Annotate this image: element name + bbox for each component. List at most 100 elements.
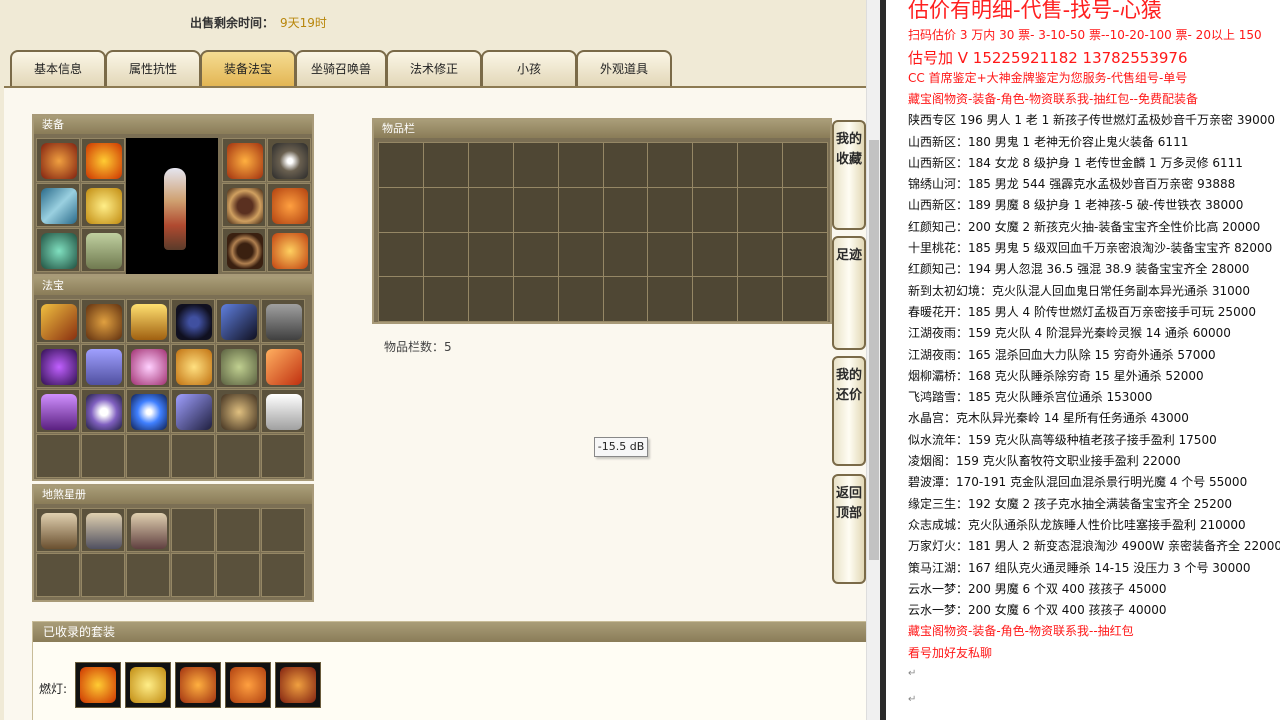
ad-line: 云水一梦：200 男魔 6 个双 400 孩孩子 45000 bbox=[908, 581, 1167, 596]
fabao-slot-empty[interactable] bbox=[171, 434, 215, 478]
my-favorites-button[interactable]: 我的收藏 bbox=[832, 120, 866, 230]
my-offers-button[interactable]: 我的还价 bbox=[832, 356, 866, 466]
collected-suits-panel: 已收录的套装 燃灯: bbox=[32, 621, 866, 720]
gold-ingot-icon bbox=[176, 349, 212, 385]
fabao-slot[interactable] bbox=[216, 299, 260, 343]
equip-slot-orb[interactable] bbox=[267, 228, 311, 272]
helmet-icon bbox=[280, 667, 316, 703]
tab-child[interactable]: 小孩 bbox=[481, 50, 577, 86]
robe-icon bbox=[130, 667, 166, 703]
bell-icon bbox=[41, 394, 77, 430]
tab-basic-info[interactable]: 基本信息 bbox=[10, 50, 106, 86]
ad-line: 陕西专区 196 男人 1 老 1 新孩子传世燃灯孟极妙音千万亲密 39000 bbox=[908, 113, 1276, 128]
ad-line: 江湖夜雨：165 混杀回血大力队除 15 穷奇外通杀 57000 bbox=[908, 347, 1216, 362]
fabao-slot[interactable] bbox=[261, 344, 305, 388]
equip-slot-boots[interactable] bbox=[81, 228, 125, 272]
fabao-slot[interactable] bbox=[81, 299, 125, 343]
ad-line: 藏宝阁物资-装备-角色-物资联系我--抽红包 bbox=[908, 624, 1134, 639]
fabao-slot-empty[interactable] bbox=[126, 434, 170, 478]
flame-hat-icon bbox=[86, 143, 122, 179]
suits-title: 已收录的套装 bbox=[33, 622, 866, 642]
lantern-icon bbox=[131, 349, 167, 385]
equip-slot-hat[interactable] bbox=[81, 138, 125, 182]
equip-slot-armor[interactable] bbox=[81, 183, 125, 227]
suit-item[interactable] bbox=[225, 662, 271, 708]
page-scrollbar[interactable] bbox=[866, 0, 880, 720]
fabao-slot[interactable] bbox=[81, 389, 125, 433]
disha-slot-empty[interactable] bbox=[216, 508, 260, 552]
disha-card-slot[interactable] bbox=[36, 508, 80, 552]
boots-icon bbox=[86, 233, 122, 269]
character-figure bbox=[164, 168, 186, 250]
fabao-slot[interactable] bbox=[216, 389, 260, 433]
warrior-card-icon bbox=[131, 513, 167, 549]
suit-item[interactable] bbox=[175, 662, 221, 708]
equip-slot-weapon[interactable] bbox=[36, 183, 80, 227]
robe-icon bbox=[86, 188, 122, 224]
pagoda-icon bbox=[131, 304, 167, 340]
fabao-slot[interactable] bbox=[171, 389, 215, 433]
tab-mounts[interactable]: 坐骑召唤兽 bbox=[295, 50, 387, 86]
fabao-slot[interactable] bbox=[261, 299, 305, 343]
fabao-slot[interactable] bbox=[126, 389, 170, 433]
fabao-slot-empty[interactable] bbox=[81, 434, 125, 478]
disha-card-slot[interactable] bbox=[81, 508, 125, 552]
fabao-slot[interactable] bbox=[261, 389, 305, 433]
ad-line: 水晶宫：克木队异光秦岭 14 星所有任务通杀 43000 bbox=[908, 411, 1189, 426]
ad-line: 碧波潭：170-191 克金队混回血混杀景行明光魔 4 个号 55000 bbox=[908, 475, 1248, 490]
jade-icon bbox=[221, 349, 257, 385]
disha-slot-empty[interactable] bbox=[171, 508, 215, 552]
disha-slot-empty[interactable] bbox=[216, 553, 260, 597]
suit-name-label: 燃灯: bbox=[39, 682, 68, 696]
flame-hat-icon bbox=[80, 667, 116, 703]
inventory-title: 物品栏 bbox=[374, 120, 830, 138]
crown-icon bbox=[227, 143, 263, 179]
fabao-slot[interactable] bbox=[36, 299, 80, 343]
suit-item[interactable] bbox=[275, 662, 321, 708]
fabao-title: 法宝 bbox=[34, 277, 312, 295]
tab-attributes[interactable]: 属性抗性 bbox=[105, 50, 201, 86]
fabao-slot[interactable] bbox=[171, 299, 215, 343]
equip-slot-necklace[interactable] bbox=[267, 138, 311, 182]
scrollbar-thumb[interactable] bbox=[869, 140, 879, 560]
equip-slot-talisman[interactable] bbox=[36, 228, 80, 272]
tab-appearance[interactable]: 外观道具 bbox=[576, 50, 672, 86]
fabao-slot-empty[interactable] bbox=[216, 434, 260, 478]
disha-slot-empty[interactable] bbox=[81, 553, 125, 597]
equip-slot-gem[interactable] bbox=[267, 183, 311, 227]
ad-text-panel: 估价有明细-代售-找号-心猿 扫码估价 3 万内 30 票- 3-10-50 票… bbox=[886, 0, 1280, 720]
fabao-slot-empty[interactable] bbox=[36, 434, 80, 478]
ring-icon bbox=[227, 188, 263, 224]
fabao-slot[interactable] bbox=[36, 389, 80, 433]
footprint-button[interactable]: 足迹 bbox=[832, 236, 866, 350]
equip-slot-crown[interactable] bbox=[222, 138, 266, 182]
ad-line: 扫码估价 3 万内 30 票- 3-10-50 票--10-20-100 票- … bbox=[908, 28, 1262, 42]
fabao-slot-empty[interactable] bbox=[261, 434, 305, 478]
character-portrait bbox=[126, 138, 218, 274]
disha-slot-empty[interactable] bbox=[171, 553, 215, 597]
inventory-grid[interactable] bbox=[378, 142, 828, 322]
disha-slot-empty[interactable] bbox=[126, 553, 170, 597]
fabao-slot[interactable] bbox=[126, 299, 170, 343]
fabao-slot[interactable] bbox=[81, 344, 125, 388]
suit-item[interactable] bbox=[75, 662, 121, 708]
equip-slot-helmet[interactable] bbox=[36, 138, 80, 182]
disha-slot-empty[interactable] bbox=[261, 553, 305, 597]
disha-card-slot[interactable] bbox=[126, 508, 170, 552]
fabao-slot[interactable] bbox=[171, 344, 215, 388]
suit-item[interactable] bbox=[125, 662, 171, 708]
fabao-slot[interactable] bbox=[36, 344, 80, 388]
disha-slot-empty[interactable] bbox=[36, 553, 80, 597]
sale-remaining-value: 9天19时 bbox=[280, 16, 327, 30]
fabao-slot[interactable] bbox=[216, 344, 260, 388]
ad-line: 众志成城：克火队通杀队龙族睡人性价比哇塞接手盈利 210000 bbox=[908, 517, 1246, 532]
tab-spell-fix[interactable]: 法术修正 bbox=[386, 50, 482, 86]
tab-equipment[interactable]: 装备法宝 bbox=[200, 50, 296, 86]
back-to-top-button[interactable]: 返回顶部 bbox=[832, 474, 866, 584]
equip-slot-belt[interactable] bbox=[222, 228, 266, 272]
disha-slot-empty[interactable] bbox=[261, 508, 305, 552]
ad-line: 策马江湖：167 组队克火通灵睡杀 14-15 没压力 3 个号 30000 bbox=[908, 560, 1251, 575]
disha-title: 地煞星册 bbox=[34, 486, 312, 504]
fabao-slot[interactable] bbox=[126, 344, 170, 388]
equip-slot-ring[interactable] bbox=[222, 183, 266, 227]
